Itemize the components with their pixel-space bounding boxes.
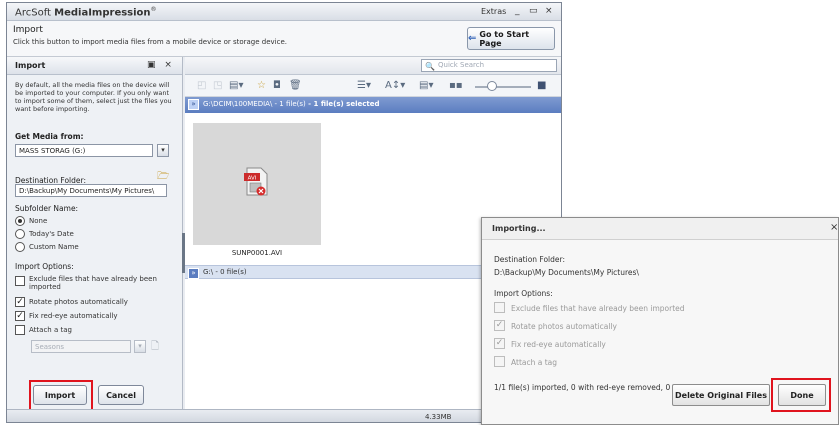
attach-tag-label: Attach a tag xyxy=(29,326,72,334)
page-header: Import Click this button to import media… xyxy=(7,21,561,57)
media-thumbnail[interactable]: AVI xyxy=(193,123,321,245)
panel-description: By default, all the media files on the d… xyxy=(15,81,172,113)
get-media-select[interactable]: MASS STORAG (G:) xyxy=(15,144,153,157)
cancel-button[interactable]: Cancel xyxy=(98,385,144,405)
radio-todays-date[interactable] xyxy=(15,229,25,239)
sort-name-icon[interactable]: A↕▾ xyxy=(385,80,405,91)
dialog-attach-tag-label: Attach a tag xyxy=(511,358,558,367)
dialog-attach-tag-checkbox xyxy=(494,356,505,367)
rotate-photos-label: Rotate photos automatically xyxy=(29,298,128,306)
radio-none[interactable] xyxy=(15,216,25,226)
toolbar: ◰ ◳ ▤▾ ☆ ◘ 🗑 ☰▾ A↕▾ ▤▾ ▪▪ ■ xyxy=(185,75,561,97)
panel-controls: ▣ × xyxy=(147,60,172,70)
delete-original-files-button[interactable]: Delete Original Files xyxy=(672,384,770,406)
maximize-button[interactable]: ▭ xyxy=(529,6,538,16)
panel-title: Import xyxy=(15,61,46,70)
star-icon[interactable]: ☆ xyxy=(257,80,266,91)
trash-icon[interactable]: 🗑 xyxy=(289,80,302,91)
dialog-red-eye-checkbox: ✓ xyxy=(494,338,505,349)
folder-path-2: G:\ - 0 file(s) xyxy=(203,268,247,276)
zoom-slider-handle[interactable] xyxy=(487,81,497,91)
attach-tag-checkbox[interactable] xyxy=(15,325,25,335)
radio-todays-date-label: Today's Date xyxy=(29,230,74,238)
status-bar: 4.33MB xyxy=(7,409,561,422)
tag-dropdown-icon[interactable]: ▾ xyxy=(134,340,146,353)
folder-group-header[interactable]: » G:\DCIM\100MEDIA\ - 1 file(s) - 1 file… xyxy=(185,97,561,113)
chevron-down-icon[interactable]: ▾ xyxy=(157,144,169,157)
expand-icon-2[interactable]: » xyxy=(188,268,199,279)
start-button-label: Go to Start Page xyxy=(479,29,530,48)
dialog-destination-value: D:\Backup\My Documents\My Pictures\ xyxy=(494,268,639,277)
fix-red-eye-label: Fix red-eye automatically xyxy=(29,312,118,320)
dialog-title: Importing... xyxy=(492,224,546,233)
file-name: SUNP0001.AVI xyxy=(231,249,283,257)
main-window: ArcSoft MediaImpression® Extras _ ▭ × Im… xyxy=(6,2,562,423)
get-media-label: Get Media from: xyxy=(15,132,84,141)
title-bar: ArcSoft MediaImpression® Extras _ ▭ × xyxy=(7,3,561,21)
go-to-start-page-button[interactable]: ⇐ Go to Start Page xyxy=(467,27,555,50)
zoom-slider[interactable] xyxy=(475,86,531,88)
panel-layout-icon[interactable]: ▣ xyxy=(147,60,156,70)
panel-header: Import ▣ × xyxy=(7,57,182,75)
import-button-highlight xyxy=(29,380,93,411)
avi-file-icon: AVI xyxy=(244,167,268,196)
tag-edit-icon[interactable]: 🗋 xyxy=(151,339,159,356)
view-icon[interactable]: ▤▾ xyxy=(229,80,243,91)
radio-custom-name[interactable] xyxy=(15,242,25,252)
quick-search-input[interactable]: 🔍 Quick Search xyxy=(421,59,557,72)
dialog-destination-label: Destination Folder: xyxy=(494,255,565,264)
rotate-left-icon[interactable]: ◰ xyxy=(197,80,206,91)
dialog-rotate-checkbox: ✓ xyxy=(494,320,505,331)
svg-text:AVI: AVI xyxy=(248,176,257,182)
search-bar: 🔍 Quick Search xyxy=(185,57,561,75)
close-button[interactable]: × xyxy=(545,6,553,16)
dialog-red-eye-label: Fix red-eye automatically xyxy=(511,340,606,349)
rotate-photos-checkbox[interactable]: ✓ xyxy=(15,297,25,307)
status-size: 4.33MB xyxy=(425,413,452,421)
dialog-title-bar: Importing... × xyxy=(482,218,838,240)
tag-select[interactable]: Seasons xyxy=(31,340,131,353)
destination-field[interactable]: D:\Backup\My Documents\My Pictures\ xyxy=(15,184,167,197)
done-button-highlight xyxy=(771,378,831,412)
page-title: Import xyxy=(13,25,43,35)
app-title: ArcSoft MediaImpression® xyxy=(15,6,157,19)
thumbnail-size-icon[interactable]: ▪▪ xyxy=(449,80,463,91)
dialog-close-button[interactable]: × xyxy=(830,222,838,233)
import-options-label: Import Options: xyxy=(15,262,74,271)
exclude-imported-label: Exclude files that have already been imp… xyxy=(29,275,157,291)
dialog-rotate-label: Rotate photos automatically xyxy=(511,322,617,331)
dialog-exclude-checkbox xyxy=(494,302,505,313)
sort-icon[interactable]: ☰▾ xyxy=(357,80,371,91)
fix-red-eye-checkbox[interactable]: ✓ xyxy=(15,311,25,321)
panel-close-icon[interactable]: × xyxy=(164,60,172,70)
dialog-exclude-label: Exclude files that have already been imp… xyxy=(511,304,685,313)
dialog-import-options-label: Import Options: xyxy=(494,289,553,298)
subfolder-label: Subfolder Name: xyxy=(15,204,79,213)
expand-icon[interactable]: » xyxy=(188,99,199,110)
list-view-icon[interactable]: ▤▾ xyxy=(419,80,433,91)
radio-none-label: None xyxy=(29,217,48,225)
search-icon: 🔍 xyxy=(425,62,435,71)
extras-menu[interactable]: Extras xyxy=(481,7,506,16)
exclude-imported-checkbox[interactable] xyxy=(15,276,25,286)
info-icon[interactable]: ◘ xyxy=(273,80,281,91)
back-arrow-icon: ⇐ xyxy=(468,33,477,44)
folder-path: G:\DCIM\100MEDIA\ - 1 file(s) - 1 file(s… xyxy=(203,100,380,108)
minimize-button[interactable]: _ xyxy=(515,6,520,16)
radio-custom-name-label: Custom Name xyxy=(29,243,79,251)
large-thumbnail-icon[interactable]: ■ xyxy=(537,80,546,91)
importing-dialog: Importing... × Destination Folder: D:\Ba… xyxy=(481,217,839,425)
page-description: Click this button to import media files … xyxy=(13,38,288,46)
import-panel: Import ▣ × By default, all the media fil… xyxy=(7,57,183,411)
rotate-right-icon[interactable]: ◳ xyxy=(213,80,222,91)
